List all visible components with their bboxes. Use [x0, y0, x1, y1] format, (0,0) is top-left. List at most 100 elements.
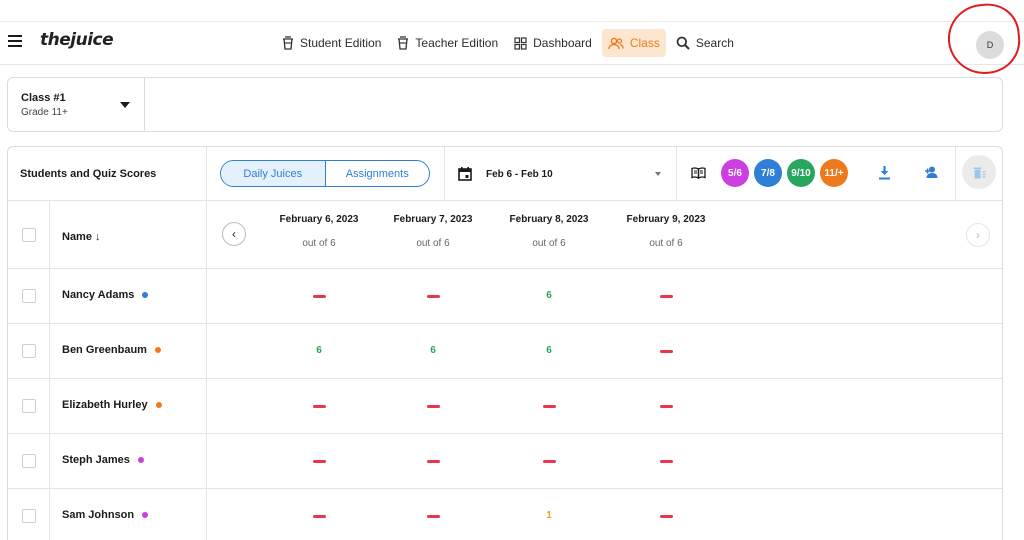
nav-dashboard[interactable]: Dashboard [508, 29, 598, 57]
chevron-down-icon[interactable] [655, 172, 661, 176]
divider [8, 433, 1002, 434]
grid-icon [514, 36, 527, 50]
date-column-1: February 6, 2023 out of 6 [264, 214, 374, 249]
previous-dates-button[interactable]: ‹ [222, 222, 246, 246]
select-all-checkbox[interactable] [22, 228, 36, 242]
no-score-dash [427, 404, 440, 408]
no-score-dash [427, 514, 440, 518]
date-range-selector[interactable]: Feb 6 - Feb 10 [486, 169, 553, 180]
no-score-dash [313, 459, 326, 463]
grade-level-dot [155, 401, 162, 408]
quiz-score[interactable]: 6 [534, 345, 564, 356]
divider [444, 147, 445, 200]
divider [676, 147, 677, 200]
cup-icon [283, 36, 293, 50]
tab-daily-juices[interactable]: Daily Juices [221, 161, 326, 186]
out-of-label: out of 6 [649, 238, 683, 249]
nav-student-edition[interactable]: Student Edition [276, 29, 387, 57]
add-student-icon[interactable] [924, 166, 940, 178]
no-score-dash [660, 404, 673, 408]
table-title: Students and Quiz Scores [20, 168, 157, 180]
nav-teacher-edition[interactable]: Teacher Edition [391, 29, 504, 57]
no-score-dash [427, 294, 440, 298]
nav-label: Search [695, 36, 734, 50]
divider [8, 378, 1002, 379]
no-score-dash [543, 459, 556, 463]
download-icon[interactable] [878, 165, 891, 180]
tab-assignments[interactable]: Assignments [326, 161, 430, 186]
calendar-icon[interactable] [458, 167, 472, 181]
nav-label: Class [629, 36, 660, 50]
class-selector-bar: Class #1 Grade 11+ [7, 77, 1003, 132]
trash-icon [973, 167, 985, 178]
no-score-dash [313, 404, 326, 408]
view-toggle: Daily Juices Assignments [220, 160, 430, 187]
logo[interactable]: thejuice [40, 30, 114, 50]
date-column-4: February 9, 2023 out of 6 [611, 214, 721, 249]
name-column-header[interactable]: Name ↓ [62, 231, 101, 243]
row-checkbox[interactable] [22, 398, 36, 413]
no-score-dash [660, 514, 673, 518]
avatar[interactable]: D [976, 31, 1004, 59]
out-of-label: out of 6 [416, 238, 450, 249]
class-grade: Grade 11+ [21, 107, 68, 118]
row-checkbox[interactable] [22, 288, 36, 303]
no-score-dash [660, 349, 673, 353]
no-score-dash [660, 294, 673, 298]
grade-badge-7-8[interactable]: 7/8 [754, 159, 782, 187]
nav-label: Teacher Edition [415, 36, 499, 50]
next-dates-button[interactable]: › [966, 223, 990, 247]
student-name-label: Nancy Adams [62, 288, 135, 301]
student-name[interactable]: Ben Greenbaum [62, 344, 161, 356]
nav-label: Dashboard [533, 36, 592, 50]
caret-down-icon [120, 102, 130, 108]
divider [49, 200, 50, 540]
grade-level-dot [142, 511, 149, 518]
divider [955, 147, 956, 200]
no-score-dash [543, 404, 556, 408]
delete-button[interactable] [962, 155, 996, 189]
class-name: Class #1 [21, 92, 66, 104]
student-name[interactable]: Elizabeth Hurley [62, 399, 162, 411]
nav-class[interactable]: Class [601, 29, 666, 57]
row-checkbox[interactable] [22, 343, 36, 358]
divider [8, 323, 1002, 324]
date-label: February 7, 2023 [393, 214, 473, 225]
divider [206, 147, 207, 540]
student-name[interactable]: Sam Johnson [62, 508, 149, 521]
grade-level-dot [154, 346, 161, 353]
divider [8, 488, 1002, 489]
grade-badge-11-plus[interactable]: 11/+ [820, 159, 848, 187]
quiz-score[interactable]: 1 [534, 510, 564, 521]
menu-icon[interactable] [8, 35, 22, 47]
grade-badge-5-6[interactable]: 5/6 [721, 159, 749, 187]
no-score-dash [313, 294, 326, 298]
quiz-score[interactable]: 6 [534, 290, 564, 301]
top-nav-bar: thejuice Student Edition Teacher Edition… [0, 21, 1024, 65]
nav-label: Student Edition [300, 36, 382, 50]
quiz-score[interactable]: 6 [418, 345, 448, 356]
no-score-dash [313, 514, 326, 518]
grade-level-dot [142, 291, 149, 298]
row-checkbox[interactable] [22, 508, 36, 523]
date-label: February 9, 2023 [626, 214, 706, 225]
search-icon [676, 36, 690, 50]
student-name-label: Ben Greenbaum [62, 343, 147, 356]
row-checkbox[interactable] [22, 453, 36, 468]
cup-icon [398, 36, 409, 50]
date-column-3: February 8, 2023 out of 6 [494, 214, 604, 249]
student-name[interactable]: Nancy Adams [62, 288, 149, 301]
student-name-label: Elizabeth Hurley [62, 398, 148, 411]
grade-badge-9-10[interactable]: 9/10 [787, 159, 815, 187]
date-label: February 8, 2023 [509, 214, 589, 225]
date-column-2: February 7, 2023 out of 6 [378, 214, 488, 249]
class-dropdown[interactable]: Class #1 Grade 11+ [8, 78, 145, 131]
nav-search[interactable]: Search [670, 29, 740, 57]
student-name-label: Sam Johnson [62, 508, 135, 521]
quiz-score[interactable]: 6 [304, 345, 334, 356]
users-icon [608, 37, 624, 49]
book-icon[interactable] [691, 167, 706, 179]
student-name[interactable]: Steph James [62, 454, 144, 466]
main-nav: Student Edition Teacher Edition Dashboar… [276, 29, 744, 57]
no-score-dash [427, 459, 440, 463]
